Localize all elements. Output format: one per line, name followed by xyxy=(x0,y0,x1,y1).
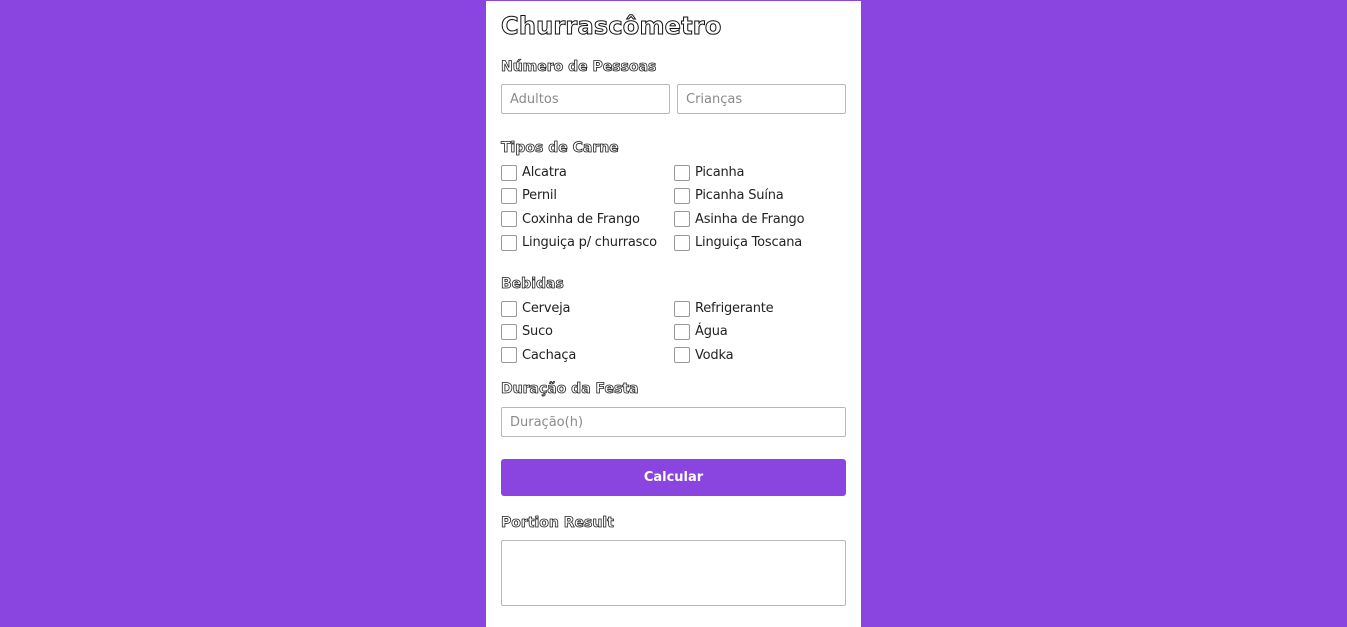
checkbox[interactable] xyxy=(501,187,517,204)
meat-option-coxinha-de-frango[interactable]: Coxinha de Frango xyxy=(501,208,674,231)
drink-option-label: Cerveja xyxy=(522,301,571,317)
drink-option-agua[interactable]: Água xyxy=(674,320,846,343)
checkbox[interactable] xyxy=(501,234,517,251)
drink-option-label: Refrigerante xyxy=(695,301,774,317)
meat-option-pernil[interactable]: Pernil xyxy=(501,184,674,207)
meat-option-linguica-churrasco[interactable]: Linguiça p/ churrasco xyxy=(501,231,674,254)
meat-option-label: Linguiça Toscana xyxy=(695,235,803,251)
duration-input[interactable] xyxy=(501,407,846,437)
drink-option-vodka[interactable]: Vodka xyxy=(674,344,846,367)
checkbox[interactable] xyxy=(674,347,690,364)
checkbox[interactable] xyxy=(674,323,690,340)
checkbox[interactable] xyxy=(674,234,690,251)
checkbox[interactable] xyxy=(501,211,517,228)
drink-option-label: Suco xyxy=(522,324,553,340)
drink-option-label: Água xyxy=(695,324,728,340)
people-section-label: Número de Pessoas xyxy=(501,59,657,76)
result-section-label: Portion Result xyxy=(501,515,615,532)
meat-option-label: Alcatra xyxy=(522,165,567,181)
meat-option-label: Asinha de Frango xyxy=(695,211,805,227)
checkbox[interactable] xyxy=(674,300,690,317)
checkbox[interactable] xyxy=(501,164,517,181)
meat-option-picanha-suina[interactable]: Picanha Suína xyxy=(674,184,846,207)
calculate-button[interactable]: Calcular xyxy=(501,459,846,496)
adults-input[interactable] xyxy=(501,84,670,114)
meat-option-label: Pernil xyxy=(522,188,557,204)
meat-option-alcatra[interactable]: Alcatra xyxy=(501,161,674,184)
page-title: Churrascômetro xyxy=(501,12,722,41)
meat-option-label: Picanha xyxy=(695,165,745,181)
children-input[interactable] xyxy=(677,84,846,114)
checkbox[interactable] xyxy=(674,164,690,181)
drink-option-suco[interactable]: Suco xyxy=(501,320,674,343)
checkbox[interactable] xyxy=(501,323,517,340)
meat-options: Alcatra Picanha Pernil Picanha Suína Cox… xyxy=(501,161,846,254)
duration-section-label: Duração da Festa xyxy=(501,381,639,398)
drink-options: Cerveja Refrigerante Suco Água Cachaça V… xyxy=(501,297,846,367)
drink-option-refrigerante[interactable]: Refrigerante xyxy=(674,297,846,320)
meat-option-picanha[interactable]: Picanha xyxy=(674,161,846,184)
meat-option-linguica-toscana[interactable]: Linguiça Toscana xyxy=(674,231,846,254)
drink-option-cachaca[interactable]: Cachaça xyxy=(501,344,674,367)
meat-option-asinha-de-frango[interactable]: Asinha de Frango xyxy=(674,208,846,231)
checkbox[interactable] xyxy=(674,211,690,228)
checkbox[interactable] xyxy=(501,300,517,317)
result-output[interactable] xyxy=(501,540,846,606)
drink-option-cerveja[interactable]: Cerveja xyxy=(501,297,674,320)
meat-section-label: Tipos de Carne xyxy=(501,140,619,157)
checkbox[interactable] xyxy=(674,187,690,204)
drink-option-label: Cachaça xyxy=(522,347,577,363)
checkbox[interactable] xyxy=(501,347,517,364)
meat-option-label: Picanha Suína xyxy=(695,188,784,204)
drinks-section-label: Bebidas xyxy=(501,276,565,293)
calculator-card: Churrascômetro Número de Pessoas Tipos d… xyxy=(486,1,861,627)
drink-option-label: Vodka xyxy=(695,347,734,363)
meat-option-label: Coxinha de Frango xyxy=(522,211,640,227)
meat-option-label: Linguiça p/ churrasco xyxy=(522,235,657,251)
